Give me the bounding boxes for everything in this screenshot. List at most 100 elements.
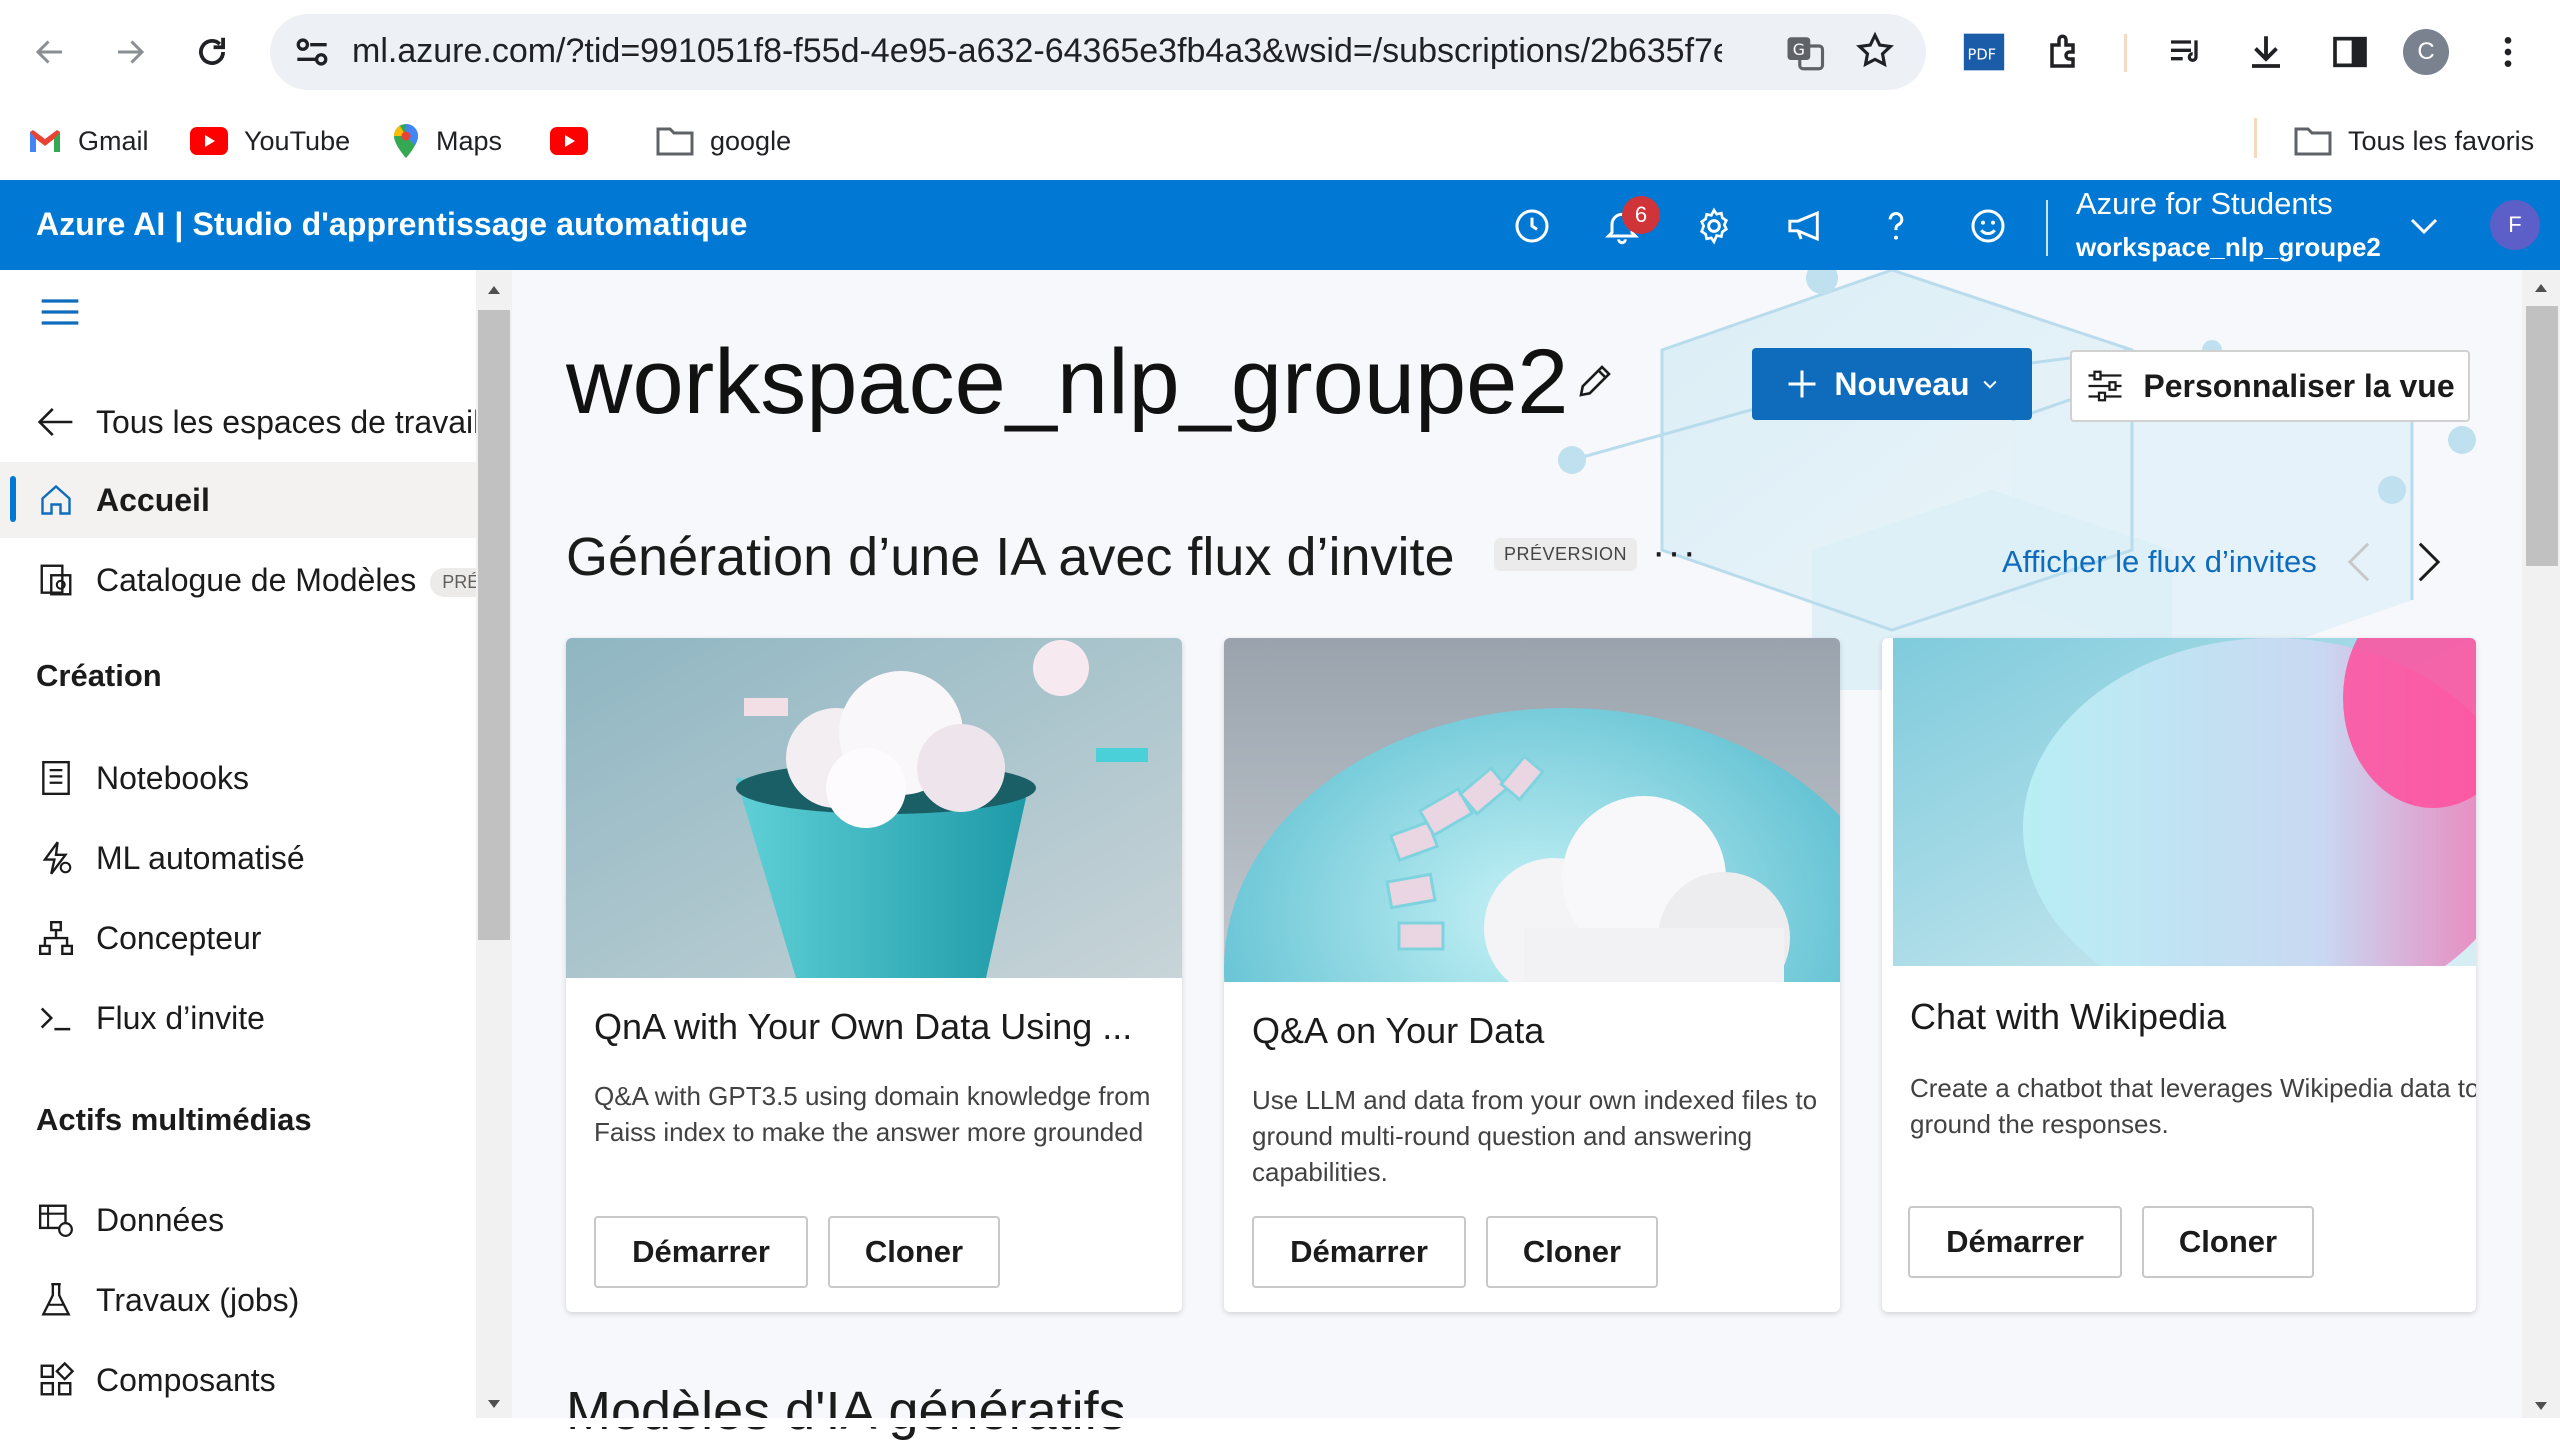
side-panel-icon[interactable] — [2320, 22, 2380, 82]
card-title: QnA with Your Own Data Using ... — [594, 1006, 1133, 1047]
card-illustration-abstract-gradient — [1893, 638, 2476, 966]
forward-button[interactable] — [100, 22, 160, 82]
scroll-up-arrow-icon — [488, 286, 500, 294]
svg-text:G: G — [1793, 40, 1805, 59]
bookmark-youtube-2[interactable] — [550, 118, 604, 164]
nav-components[interactable]: Composants — [0, 1342, 476, 1418]
customize-view-label: Personnaliser la vue — [2143, 367, 2455, 404]
arrow-left-icon — [35, 40, 62, 64]
profile-initial: C — [2403, 29, 2449, 75]
feedback-smiley-icon[interactable] — [1960, 198, 2016, 254]
nav-data[interactable]: Données — [0, 1182, 476, 1258]
customize-view-button[interactable]: Personnaliser la vue — [2070, 350, 2470, 422]
nav-prompt-flow[interactable]: Flux d’invite — [0, 980, 476, 1056]
card-illustration-cloud-cup — [566, 638, 1182, 978]
edit-pencil-icon[interactable] — [1574, 360, 1616, 402]
flask-icon — [36, 1280, 76, 1320]
svg-text:PDF: PDF — [1968, 46, 1997, 63]
view-prompt-flows-link[interactable]: Afficher le flux d’invites — [2002, 544, 2317, 580]
help-question-icon[interactable] — [1868, 198, 1924, 254]
clone-button[interactable]: Cloner — [828, 1216, 1000, 1288]
section-title-generative-models: Modèles d'IA génératifs — [566, 1381, 1126, 1441]
hamburger-menu-icon[interactable] — [38, 292, 82, 332]
nav-model-catalog[interactable]: Catalogue de Modèles PRÉVI — [0, 542, 509, 618]
card-title: Q&A on Your Data — [1252, 1010, 1545, 1051]
pdf-extension-icon[interactable]: PDF — [1954, 22, 2014, 82]
announcements-megaphone-icon[interactable] — [1778, 198, 1834, 254]
toolbar-divider — [2124, 34, 2127, 72]
extensions-puzzle-icon[interactable] — [2036, 22, 2096, 82]
carousel-next-chevron-icon[interactable] — [2416, 540, 2442, 584]
preview-tag: PRÉVERSION — [1494, 538, 1638, 571]
app-title[interactable]: Azure AI | Studio d'apprentissage automa… — [36, 206, 748, 243]
translate-icon[interactable]: G — [1784, 32, 1826, 74]
template-card[interactable]: Q&A on Your Data Use LLM and data from y… — [1224, 638, 1840, 1312]
settings-gear-icon[interactable] — [1686, 198, 1742, 254]
profile-avatar[interactable]: C — [2396, 22, 2456, 82]
workspace-name[interactable]: workspace_nlp_groupe2 — [2076, 232, 2381, 263]
more-options-icon[interactable]: ··· — [1652, 530, 1698, 575]
media-control-icon[interactable] — [2156, 22, 2216, 82]
designer-flow-icon — [36, 918, 76, 958]
nav-notebooks[interactable]: Notebooks — [0, 740, 476, 816]
sidebar-scroll-thumb[interactable] — [478, 310, 510, 940]
back-button[interactable] — [20, 22, 80, 82]
bookmarks-divider — [2254, 118, 2257, 158]
folder-icon — [2294, 126, 2332, 156]
arrow-back-icon — [36, 402, 76, 442]
bookmark-label: Gmail — [78, 125, 149, 156]
plus-icon — [1784, 366, 1820, 402]
bookmarks-bar: Gmail YouTube Maps google Tous les favor… — [0, 104, 2560, 180]
card-title: Chat with Wikipedia — [1910, 996, 2227, 1037]
start-button[interactable]: Démarrer — [1252, 1216, 1466, 1288]
user-avatar[interactable]: F — [2490, 200, 2540, 250]
reload-button[interactable] — [182, 22, 242, 82]
gmail-icon — [28, 128, 62, 154]
clone-button[interactable]: Cloner — [1486, 1216, 1658, 1288]
bookmark-maps[interactable]: Maps — [392, 118, 502, 164]
address-bar[interactable]: ml.azure.com/?tid=991051f8-f55d-4e95-a63… — [270, 14, 1926, 90]
nav-jobs[interactable]: Travaux (jobs) — [0, 1262, 476, 1338]
site-settings-icon[interactable] — [290, 30, 334, 74]
nav-label: Concepteur — [96, 919, 262, 956]
carousel-prev-chevron-icon[interactable] — [2346, 540, 2372, 584]
template-card[interactable]: QnA with Your Own Data Using ... Q&A wit… — [566, 638, 1182, 1312]
start-button[interactable]: Démarrer — [594, 1216, 808, 1288]
nav-label: Notebooks — [96, 759, 249, 796]
url-text[interactable]: ml.azure.com/?tid=991051f8-f55d-4e95-a63… — [352, 32, 1722, 71]
card-illustration-crystal-cloud — [1224, 638, 1840, 982]
chevron-down-icon — [1980, 374, 2000, 394]
all-bookmarks-label: Tous les favoris — [2348, 125, 2535, 156]
clone-button[interactable]: Cloner — [2142, 1206, 2314, 1278]
bookmark-youtube[interactable]: YouTube — [190, 118, 350, 164]
browser-toolbar: ml.azure.com/?tid=991051f8-f55d-4e95-a63… — [0, 0, 2560, 104]
start-button[interactable]: Démarrer — [1908, 1206, 2122, 1278]
all-bookmarks[interactable]: Tous les favoris — [2294, 118, 2534, 164]
menu-kebab-icon[interactable] — [2478, 22, 2538, 82]
data-icon — [36, 1200, 76, 1240]
arrow-right-icon — [118, 40, 145, 64]
bookmark-star-icon[interactable] — [1854, 30, 1896, 72]
new-button-label: Nouveau — [1834, 365, 1970, 402]
nav-all-workspaces[interactable]: Tous les espaces de travail — [0, 384, 480, 460]
nav-designer[interactable]: Concepteur — [0, 900, 476, 976]
nav-home[interactable]: Accueil — [0, 462, 476, 538]
new-button[interactable]: Nouveau — [1752, 348, 2032, 420]
bookmark-label: Maps — [436, 125, 503, 156]
account-chevron-down-icon[interactable] — [2396, 198, 2452, 254]
nav-label: Composants — [96, 1361, 276, 1398]
main-scroll-thumb[interactable] — [2526, 306, 2558, 566]
nav-automl[interactable]: ML automatisé — [0, 820, 476, 896]
youtube-icon — [550, 127, 588, 155]
download-icon[interactable] — [2236, 22, 2296, 82]
bookmark-folder-google[interactable]: google — [656, 118, 791, 164]
left-nav: Tous les espaces de travail Accueil Cata… — [0, 270, 509, 1427]
card-description: Use LLM and data from your own indexed f… — [1252, 1085, 1818, 1187]
automl-lightning-icon — [36, 838, 76, 878]
account-name[interactable]: Azure for Students — [2076, 186, 2333, 222]
template-card[interactable]: Chat with Wikipedia Create a chatbot tha… — [1882, 638, 2476, 1312]
recent-history-icon[interactable] — [1504, 198, 1560, 254]
folder-icon — [656, 126, 694, 156]
nav-label: Flux d’invite — [96, 999, 265, 1036]
bookmark-gmail[interactable]: Gmail — [28, 118, 149, 164]
